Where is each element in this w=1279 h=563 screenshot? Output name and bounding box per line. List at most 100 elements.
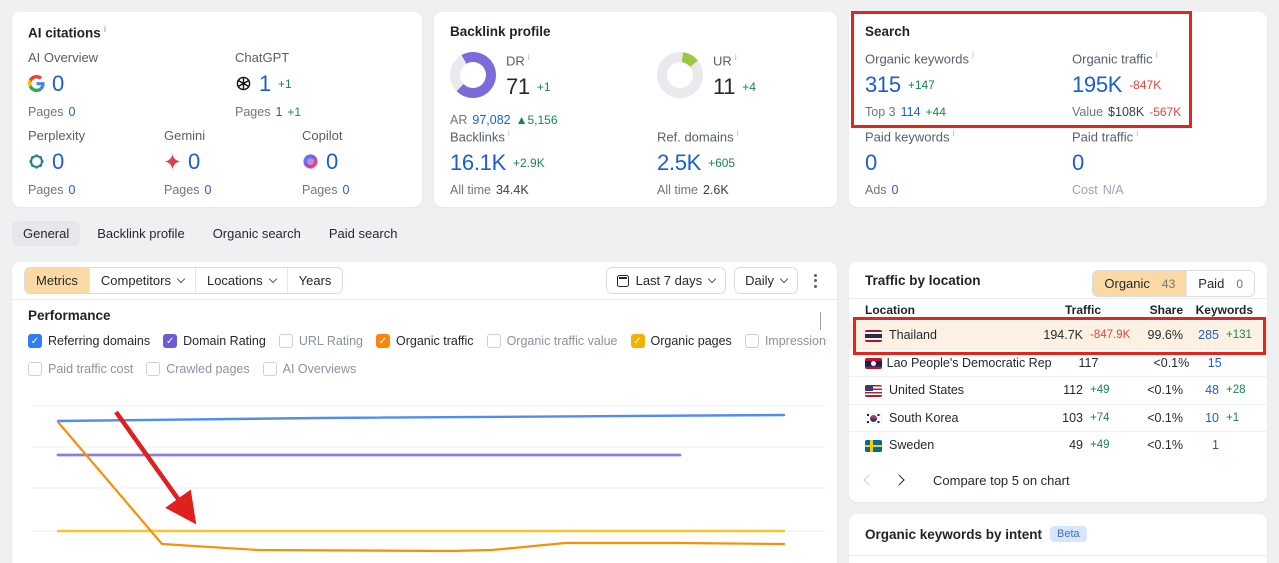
metric-checkbox[interactable]: URL Rating [278, 334, 363, 348]
ar-delta: ▲5,156 [515, 113, 558, 127]
ar-label: AR [450, 113, 468, 127]
location-keywords[interactable]: 10 [1183, 411, 1219, 425]
organic-keywords-value[interactable]: 315 [865, 72, 901, 98]
ads-value[interactable]: 0 [892, 183, 899, 197]
toggle-option[interactable]: Organic 43 [1093, 271, 1187, 296]
location-share: <0.1% [1147, 410, 1183, 425]
tab[interactable]: Paid search [318, 221, 409, 246]
checkbox-label: Organic pages [650, 334, 732, 348]
tab[interactable]: Organic search [202, 221, 312, 246]
metric-checkbox[interactable]: Organic traffic value [486, 334, 618, 348]
metric-checkbox[interactable]: Referring domains [28, 334, 150, 348]
locations-filter-button[interactable]: Locations [194, 268, 287, 293]
toggle-label: Organic [1104, 276, 1150, 291]
paid-keywords-value[interactable]: 0 [865, 150, 877, 176]
citation-value[interactable]: 0 [188, 149, 200, 175]
pages-value[interactable]: 0 [68, 183, 75, 197]
tab[interactable]: General [12, 221, 81, 246]
paid-traffic-value[interactable]: 0 [1072, 150, 1084, 176]
location-row[interactable]: Lao People's Democratic Rep 117 <0.1% 15 [849, 348, 1267, 377]
pages-value[interactable]: 0 [204, 183, 211, 197]
pages-value[interactable]: 0 [342, 183, 349, 197]
filter-toolbar: Metrics Competitors Locations Years Last… [24, 267, 825, 294]
location-keywords-delta: +131 [1226, 329, 1252, 342]
location-name: Sweden [889, 438, 935, 453]
location-row[interactable]: United States 112 +49 <0.1% 48 +28 [849, 376, 1267, 404]
metric-checkbox[interactable]: Organic traffic [375, 334, 474, 348]
backlinks-alltime-label: All time [450, 183, 491, 198]
paid-traffic-block: Paid traffic 0 Cost N/A [1072, 128, 1138, 197]
ai-source-label: ChatGPT [235, 50, 290, 65]
location-table-header: Location Traffic Share Keywords [849, 299, 1267, 321]
chatgpt-icon [235, 75, 252, 92]
pages-value[interactable]: 0 [68, 105, 75, 119]
pages-value[interactable]: 1 [275, 105, 282, 119]
citation-value[interactable]: 0 [326, 149, 338, 175]
country-flag-icon [865, 357, 882, 370]
citation-value[interactable]: 0 [52, 71, 64, 97]
metrics-filter-button[interactable]: Metrics [25, 268, 89, 293]
metric-checkbox-row: Paid traffic cost Crawled pages AI Overv… [28, 362, 827, 376]
toggle-label: Paid [1198, 276, 1225, 291]
checkbox-box [630, 334, 645, 348]
checkbox-label: Organic traffic value [506, 334, 618, 348]
granularity-button[interactable]: Daily [734, 267, 798, 294]
divider [849, 555, 1267, 556]
calendar-icon [616, 274, 629, 287]
filter-segmented-control: Metrics Competitors Locations Years [24, 267, 344, 294]
metric-checkbox[interactable]: Paid traffic cost [28, 362, 133, 376]
location-row[interactable]: Thailand 194.7K -847.9K 99.6% 285 +131 [849, 321, 1267, 349]
location-traffic-delta: -847.9K [1090, 329, 1131, 342]
location-row[interactable]: South Korea 103 +74 <0.1% 10 +1 [849, 403, 1267, 432]
collapse-section-button[interactable] [820, 312, 821, 330]
paid-keywords-block: Paid keywords 0 Ads 0 [865, 128, 955, 197]
competitors-filter-button[interactable]: Competitors [88, 268, 195, 293]
checkbox-label: Referring domains [48, 334, 151, 348]
ur-value: 11 [713, 73, 736, 99]
location-share: <0.1% [1147, 383, 1183, 398]
metric-checkbox[interactable]: Crawled pages [146, 362, 250, 376]
toggle-option[interactable]: Paid 0 [1186, 271, 1254, 296]
country-flag-icon [865, 440, 882, 452]
organic-traffic-value[interactable]: 195K [1072, 72, 1122, 98]
ai-source-label: AI Overview [28, 50, 99, 65]
previous-page-icon[interactable] [863, 474, 875, 486]
metric-checkbox[interactable]: Impressions [744, 334, 827, 348]
location-share: <0.1% [1147, 438, 1183, 453]
metric-checkbox[interactable]: Domain Rating [163, 334, 266, 348]
backlinks-value[interactable]: 16.1K [450, 150, 506, 176]
date-range-button[interactable]: Last 7 days [605, 267, 727, 294]
paid-keywords-label: Paid keywords [865, 128, 955, 144]
location-keywords[interactable]: 1 [1183, 438, 1219, 452]
ref-domains-alltime-value: 2.6K [702, 183, 729, 198]
next-page-icon[interactable] [893, 474, 905, 486]
more-options-button[interactable] [806, 267, 825, 295]
column-traffic: Traffic [1064, 303, 1101, 317]
checkbox-box [163, 334, 178, 348]
pages-label: Pages [28, 183, 64, 197]
tab[interactable]: Backlink profile [86, 221, 195, 246]
citation-value[interactable]: 0 [52, 149, 64, 175]
top3-value[interactable]: 114 [901, 105, 921, 119]
metric-checkbox[interactable]: Organic pages [630, 334, 732, 348]
metric-checkbox[interactable]: AI Overviews [262, 362, 356, 376]
ar-value[interactable]: 97,082 [472, 113, 510, 127]
column-keywords: Keywords [1195, 303, 1253, 317]
location-keywords[interactable]: 285 [1183, 328, 1219, 342]
ref-domains-value[interactable]: 2.5K [657, 150, 701, 176]
location-keywords[interactable]: 15 [1189, 356, 1222, 370]
location-traffic: 194.7K [1043, 328, 1083, 343]
location-keywords[interactable]: 48 [1183, 383, 1219, 397]
location-row[interactable]: Sweden 49 +49 <0.1% 1 [849, 431, 1267, 459]
compare-top5-link[interactable]: Compare top 5 on chart [933, 473, 1070, 488]
perplexity-icon [28, 153, 45, 170]
checkbox-box [262, 362, 277, 376]
citation-value[interactable]: 1 [259, 71, 271, 97]
dr-delta: +1 [536, 79, 551, 94]
checkbox-label: Organic traffic [395, 334, 474, 348]
ai-citation-block: AI Overview 0 Pages 0 [28, 50, 98, 119]
pages-label: Pages [235, 105, 271, 119]
performance-chart [20, 386, 829, 563]
years-filter-button[interactable]: Years [286, 268, 343, 293]
organic-keywords-delta: +147 [907, 77, 935, 92]
